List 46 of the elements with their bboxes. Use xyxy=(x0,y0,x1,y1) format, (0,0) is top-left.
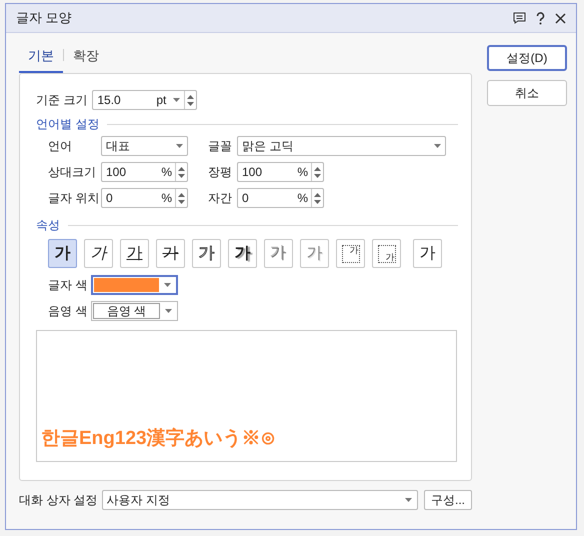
dialog-button[interactable]: 취소 xyxy=(487,80,567,106)
number-field[interactable]: 0 % xyxy=(101,188,188,208)
section-heading: 속성 xyxy=(36,217,60,234)
help-icon[interactable] xyxy=(536,12,545,24)
section-heading: 언어별 설정 xyxy=(36,116,100,133)
attribute-button[interactable]: 가 xyxy=(413,239,442,268)
settings-dropdown[interactable]: 사용자 지정 xyxy=(102,490,418,510)
attribute-button[interactable]: 가 xyxy=(120,239,149,268)
attribute-button[interactable]: 가 xyxy=(300,239,329,268)
spinner-icon[interactable] xyxy=(311,163,323,181)
spinner-icon[interactable] xyxy=(184,91,196,109)
spinner-icon[interactable] xyxy=(175,189,187,207)
attribute-button[interactable]: 가 xyxy=(372,239,401,268)
field-label: 글자 위치 xyxy=(48,190,100,207)
number-field[interactable]: 0 % xyxy=(237,188,324,208)
attribute-button[interactable]: 가 xyxy=(84,239,113,268)
field-label: 언어 xyxy=(48,138,73,155)
number-field[interactable]: 100 % xyxy=(237,162,324,182)
field-label: 글꼴 xyxy=(208,138,233,155)
language-dropdown[interactable]: 대표 xyxy=(101,136,188,156)
number-field[interactable]: 100 % xyxy=(101,162,188,182)
comment-icon[interactable] xyxy=(513,12,526,24)
shade-color-dropdown[interactable]: 음영 색 xyxy=(91,301,178,321)
dialog-button[interactable]: 설정(D) xyxy=(487,45,567,71)
field-label: 자간 xyxy=(208,190,233,207)
spinner-icon[interactable] xyxy=(311,189,323,207)
preview-text: 한글Eng123漢字あいう※⊙ xyxy=(41,426,276,450)
text-color-dropdown[interactable] xyxy=(91,275,178,295)
field-label: 상대크기 xyxy=(48,164,97,181)
attribute-button[interactable]: 가 xyxy=(156,239,185,268)
configure-button[interactable]: 구성... xyxy=(424,490,472,510)
field-label: 장평 xyxy=(208,164,233,181)
field-label: 음영 색 xyxy=(48,303,88,320)
tab[interactable]: 확장 xyxy=(64,41,108,73)
window-title: 글자 모양 xyxy=(16,9,73,28)
attribute-button[interactable]: 가 xyxy=(336,239,365,268)
field-label: 기준 크기 xyxy=(36,92,88,109)
close-icon[interactable] xyxy=(555,12,566,24)
font-dropdown[interactable]: 맑은 고딕 xyxy=(237,136,446,156)
attribute-button[interactable]: 가 xyxy=(228,239,257,268)
field-label: 대화 상자 설정 xyxy=(19,492,98,509)
spinner-icon[interactable] xyxy=(175,163,187,181)
attribute-button[interactable]: 가 xyxy=(264,239,293,268)
size-field[interactable]: 15.0 pt xyxy=(92,90,198,110)
field-label: 글자 색 xyxy=(48,277,88,294)
attribute-button[interactable]: 가 xyxy=(48,239,77,268)
